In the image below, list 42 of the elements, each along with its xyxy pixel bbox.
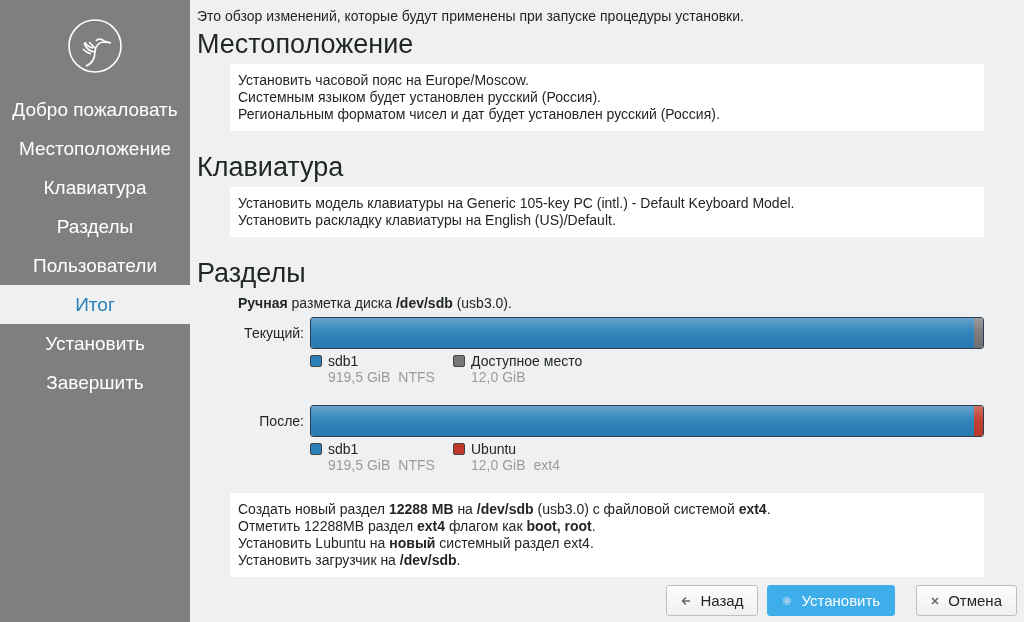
sidebar-item[interactable]: Местоположение	[0, 129, 190, 168]
section-heading: Разделы	[197, 257, 307, 290]
disk-description: Ручная разметка диска /dev/sdb (usb3.0).	[238, 295, 513, 311]
partition-size: 919,5 GiB	[328, 369, 391, 385]
install-button[interactable]: Установить	[767, 585, 896, 616]
summary-line: Установить загрузчик на /dev/sdb.	[238, 552, 462, 569]
sidebar-item[interactable]: Разделы	[0, 207, 190, 246]
section-heading: Местоположение	[197, 28, 415, 61]
summary-line: Установить модель клавиатуры на Generic 105-key PC (intl.) - Default Keyboard Model.	[238, 195, 796, 212]
summary-line: Региональным форматом чисел и дат будет установлен русский (Россия).	[238, 106, 721, 123]
back-button[interactable]: Назад	[666, 585, 759, 616]
summary-line: Установить раскладку клавиатуры на English (US)/Default.	[238, 212, 617, 229]
partition-filesystem: NTFS	[398, 457, 435, 473]
partition-name: Доступное место	[471, 353, 583, 369]
bar-label: Текущий:	[243, 325, 304, 341]
sidebar-item[interactable]: Клавиатура	[0, 168, 190, 207]
sidebar-item[interactable]: Добро пожаловать	[0, 90, 190, 129]
partition-name: sdb1	[328, 441, 360, 457]
sidebar-item[interactable]: Пользователи	[0, 246, 190, 285]
summary-line: Установить Lubuntu на новый системный раздел ext4.	[238, 535, 595, 552]
section-heading: Клавиатура	[197, 151, 345, 184]
arrow-left-icon	[681, 595, 692, 606]
cancel-button[interactable]: Отмена	[916, 585, 1017, 616]
sidebar-item[interactable]: Установить	[0, 324, 190, 363]
summary-line: Создать новый раздел 12288 MB на /dev/sdb (usb3.0) с файловой системой ext4.	[238, 501, 772, 518]
partition-filesystem: NTFS	[398, 369, 435, 385]
sidebar-item[interactable]: Итог	[0, 285, 190, 324]
partition-size: 12,0 GiB	[471, 457, 526, 473]
partition-size: 12,0 GiB	[471, 369, 526, 385]
gear-icon	[782, 595, 793, 606]
sidebar-item[interactable]: Завершить	[0, 363, 190, 402]
partition-name: sdb1	[328, 353, 360, 369]
summary-line: Отметить 12288MB раздел ext4 флагом как boot, root.	[238, 518, 597, 535]
partition-size: 919,5 GiB	[328, 457, 391, 473]
partition-name: Ubuntu	[471, 441, 518, 457]
intro-text: Это обзор изменений, которые будут применены при запуске процедуры установки.	[197, 7, 745, 26]
bird-logo	[67, 18, 123, 74]
bar-label: После:	[258, 413, 304, 429]
close-icon	[931, 596, 940, 605]
partition-filesystem: ext4	[533, 457, 560, 473]
summary-line: Системным языком будет установлен русский (Россия).	[238, 89, 602, 106]
summary-line: Установить часовой пояс на Europe/Moscow.	[238, 72, 530, 89]
